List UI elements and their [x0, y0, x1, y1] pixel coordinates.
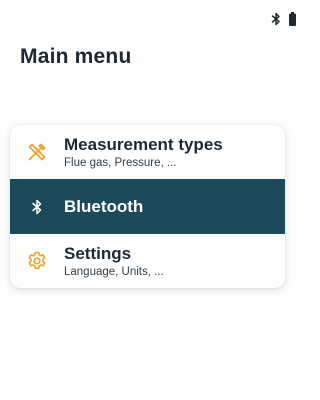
menu-item-settings[interactable]: Settings Language, Units, ...	[10, 234, 285, 288]
menu-item-label: Bluetooth	[64, 196, 144, 216]
menu-item-label: Measurement types	[64, 134, 223, 154]
status-bar	[271, 10, 296, 28]
menu-item-measurement-types[interactable]: Measurement types Flue gas, Pressure, ..…	[10, 125, 285, 179]
gear-icon	[10, 251, 64, 271]
menu-item-sublabel: Language, Units, ...	[64, 265, 164, 278]
menu-item-label: Settings	[64, 243, 132, 263]
bluetooth-icon	[10, 199, 64, 215]
menu-item-bluetooth[interactable]: Bluetooth	[10, 179, 285, 234]
battery-icon	[289, 12, 296, 26]
main-menu-list: Measurement types Flue gas, Pressure, ..…	[10, 125, 285, 288]
page-title: Main menu	[20, 45, 132, 68]
menu-item-sublabel: Flue gas, Pressure, ...	[64, 156, 177, 169]
measurement-tools-icon	[10, 141, 64, 163]
bluetooth-status-icon	[271, 12, 281, 26]
